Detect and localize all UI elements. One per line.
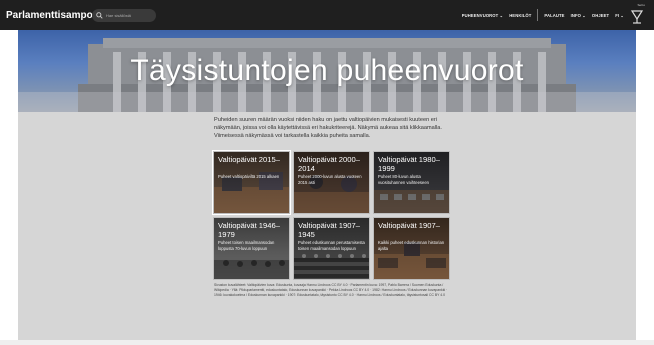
- nav-puheenvuorot[interactable]: PUHEENVUOROT ⌄: [462, 13, 503, 18]
- page-title: Täysistuntojen puheenvuorot: [130, 54, 524, 87]
- search-input[interactable]: Hae sisällöstä: [92, 8, 156, 22]
- nav-language[interactable]: FI ⌄: [615, 13, 624, 18]
- image-credits: Sivuston kuvalähteet: Valtiopäivien kuva…: [214, 283, 448, 297]
- seco-logo-icon[interactable]: [630, 5, 644, 25]
- card-title: Valtiopäivät 1980–1999: [378, 155, 440, 173]
- card-description: Puheet 2000-luvun alusta vuoteen 2015 as…: [298, 174, 362, 185]
- card-title: Valtiopäivät 2000–2014: [298, 155, 360, 173]
- card-valtiopaivat-2015[interactable]: Valtiopäivät 2015– Puheet valtiopäiviltä…: [212, 150, 291, 215]
- brand-title[interactable]: Parlamenttisampo: [6, 10, 93, 21]
- card-title: Valtiopäivät 1907–1945: [298, 221, 360, 239]
- card-valtiopaivat-1980-1999[interactable]: Valtiopäivät 1980–1999 Puheet 80-luvun a…: [373, 151, 450, 214]
- search-placeholder: Hae sisällöstä: [106, 12, 131, 18]
- nav-divider: [537, 9, 539, 21]
- nav-info[interactable]: INFO ⌄: [571, 13, 586, 18]
- nav-henkilot[interactable]: HENKILÖT: [509, 13, 531, 18]
- card-title: Valtiopäivät 2015–: [218, 155, 280, 164]
- hero-banner: Täysistuntojen puheenvuorot: [18, 30, 636, 112]
- card-valtiopaivat-1946-1979[interactable]: Valtiopäivät 1946–1979 Puheet toisen maa…: [213, 217, 290, 280]
- nav-ohjeet[interactable]: OHJEET: [592, 13, 609, 18]
- card-description: Puheet valtiopäiviltä 2015 alkaen: [218, 174, 280, 179]
- nav-menu: PUHEENVUOROT ⌄ HENKILÖT PALAUTE INFO ⌄ O…: [456, 0, 624, 30]
- top-navbar: Parlamenttisampo Hae sisällöstä PUHEENVU…: [0, 0, 654, 30]
- search-icon: [96, 11, 103, 19]
- card-description: Puheet 80-luvun alusta vuosituhannen vai…: [378, 174, 429, 185]
- bottom-strip: [0, 340, 654, 345]
- card-valtiopaivat-2000-2014[interactable]: Valtiopäivät 2000–2014 Puheet 2000-luvun…: [293, 151, 370, 214]
- card-valtiopaivat-1907-1945[interactable]: Valtiopäivät 1907–1945 Puheet eduskunnan…: [293, 217, 370, 280]
- nav-palaute[interactable]: PALAUTE: [544, 13, 564, 18]
- card-title: Valtiopäivät 1946–1979: [218, 221, 280, 239]
- card-title: Valtiopäivät 1907–: [378, 221, 440, 230]
- card-description: Puheet toisen maailmansodan loppusta 70-…: [218, 240, 275, 251]
- main-content: Puheiden suuren määrän vuoksi niiden hak…: [18, 112, 636, 340]
- card-valtiopaivat-1907[interactable]: Valtiopäivät 1907– Kaikki puheet eduskun…: [373, 217, 450, 280]
- intro-text: Puheiden suuren määrän vuoksi niiden hak…: [214, 117, 442, 139]
- card-description: Puheet eduskunnan perustamisesta toisen …: [298, 240, 365, 251]
- card-description: Kaikki puheet eduskunnan historian ajalt…: [378, 240, 445, 251]
- view-card-grid: Valtiopäivät 2015– Puheet valtiopäiviltä…: [212, 150, 450, 280]
